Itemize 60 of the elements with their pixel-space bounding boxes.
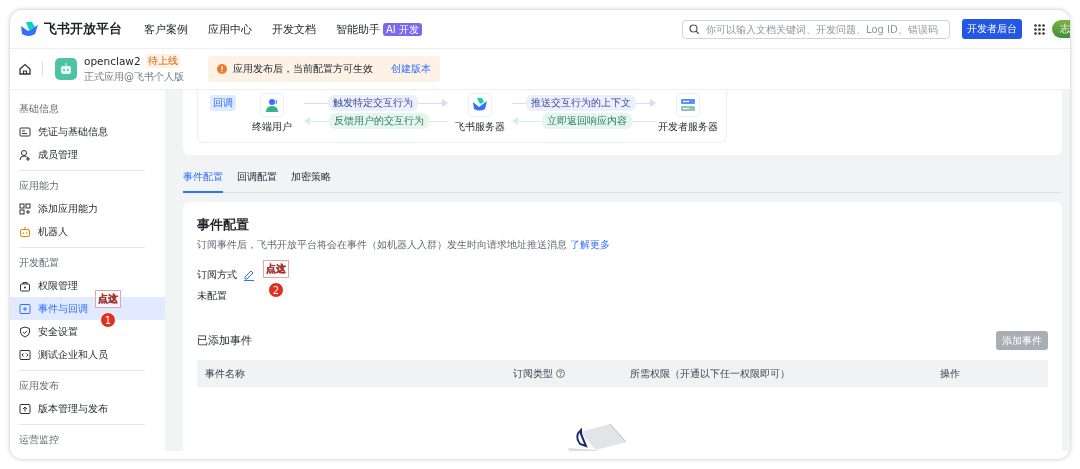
node-label: 开发者服务器 bbox=[658, 120, 718, 134]
shield-check-icon bbox=[19, 325, 31, 338]
nav-link[interactable]: 客户案例 bbox=[144, 21, 188, 37]
tab[interactable]: 加密策略 bbox=[291, 168, 331, 193]
sidebar-heading: 运营监控 bbox=[18, 433, 60, 447]
sidebar-heading: 基础信息 bbox=[18, 102, 60, 116]
robot-icon bbox=[19, 225, 31, 238]
add-person-icon bbox=[19, 148, 31, 161]
sidebar-item[interactable]: 凭证与基础信息 bbox=[10, 120, 165, 143]
section-title: 事件配置 bbox=[197, 216, 250, 234]
home-icon[interactable] bbox=[18, 62, 32, 76]
console-button[interactable]: 开发者后台 bbox=[962, 19, 1022, 39]
warning-icon bbox=[217, 64, 227, 74]
app-name: openclaw2 bbox=[84, 55, 141, 67]
search-icon bbox=[689, 24, 699, 34]
column-header: 事件名称 bbox=[205, 366, 245, 381]
tab[interactable]: 回调配置 bbox=[237, 168, 277, 193]
help-icon[interactable] bbox=[556, 369, 565, 378]
code-square-icon bbox=[19, 348, 31, 361]
nav-link[interactable]: 智能助手 AI 开发 bbox=[336, 21, 422, 37]
brand-name: 飞书开放平台 bbox=[44, 20, 122, 38]
upload-icon bbox=[19, 402, 31, 415]
sidebar-item[interactable]: 版本管理与发布 bbox=[10, 397, 165, 420]
sidebar-heading: 应用能力 bbox=[18, 179, 60, 193]
add-grid-icon bbox=[19, 202, 31, 215]
callback-tag: 回调 bbox=[210, 95, 236, 111]
column-header: 操作 bbox=[940, 366, 960, 381]
create-version-link[interactable]: 创建版本 bbox=[391, 62, 431, 76]
app-subtitle: 正式应用@飞书个人版 bbox=[84, 70, 184, 84]
sidebar-heading: 开发配置 bbox=[18, 256, 60, 270]
edit-icon[interactable] bbox=[243, 269, 255, 281]
tab[interactable]: 事件配置 bbox=[183, 168, 223, 193]
plus-square-icon bbox=[19, 302, 31, 315]
column-header: 订阅类型 bbox=[513, 366, 553, 381]
status-badge: 待上线 bbox=[145, 54, 180, 68]
section-description: 订阅事件后，飞书开放平台将会在事件（如机器人入群）发生时向请求地址推送消息 了解更多 bbox=[197, 238, 612, 252]
ai-badge: AI 开发 bbox=[383, 22, 422, 36]
callout-label: 点这 bbox=[95, 290, 121, 308]
field-value: 未配置 bbox=[197, 289, 227, 303]
sidebar-heading: 应用发布 bbox=[18, 379, 60, 393]
learn-more-link[interactable]: 了解更多 bbox=[570, 239, 611, 250]
apps-grid-icon[interactable] bbox=[1034, 23, 1045, 35]
sidebar-item[interactable]: 添加应用能力 bbox=[10, 197, 165, 220]
step-number: 1 bbox=[100, 312, 116, 328]
callout-label: 点这 bbox=[263, 260, 289, 278]
section-title: 已添加事件 bbox=[197, 333, 252, 348]
search-field[interactable]: 你可以输入文档关键词、开发问题、Log ID、错误码 bbox=[682, 19, 950, 39]
field-label: 订阅方式 bbox=[197, 268, 237, 282]
sidebar-item[interactable]: 机器人 bbox=[10, 220, 165, 243]
nav-link[interactable]: 开发文档 bbox=[272, 21, 316, 37]
sidebar-item[interactable]: 测试企业和人员 bbox=[10, 343, 165, 366]
id-card-icon bbox=[19, 125, 31, 138]
sidebar-item[interactable]: 成员管理 bbox=[10, 143, 165, 166]
notice-text: 应用发布后，当前配置方可生效 bbox=[233, 62, 373, 76]
node-label: 终端用户 bbox=[252, 120, 292, 134]
logo-icon bbox=[20, 21, 39, 37]
briefcase-icon bbox=[19, 279, 31, 292]
node-label: 飞书服务器 bbox=[455, 120, 505, 134]
column-header: 所需权限（开通以下任一权限即可） bbox=[630, 366, 790, 381]
nav-link[interactable]: 应用中心 bbox=[208, 21, 252, 37]
